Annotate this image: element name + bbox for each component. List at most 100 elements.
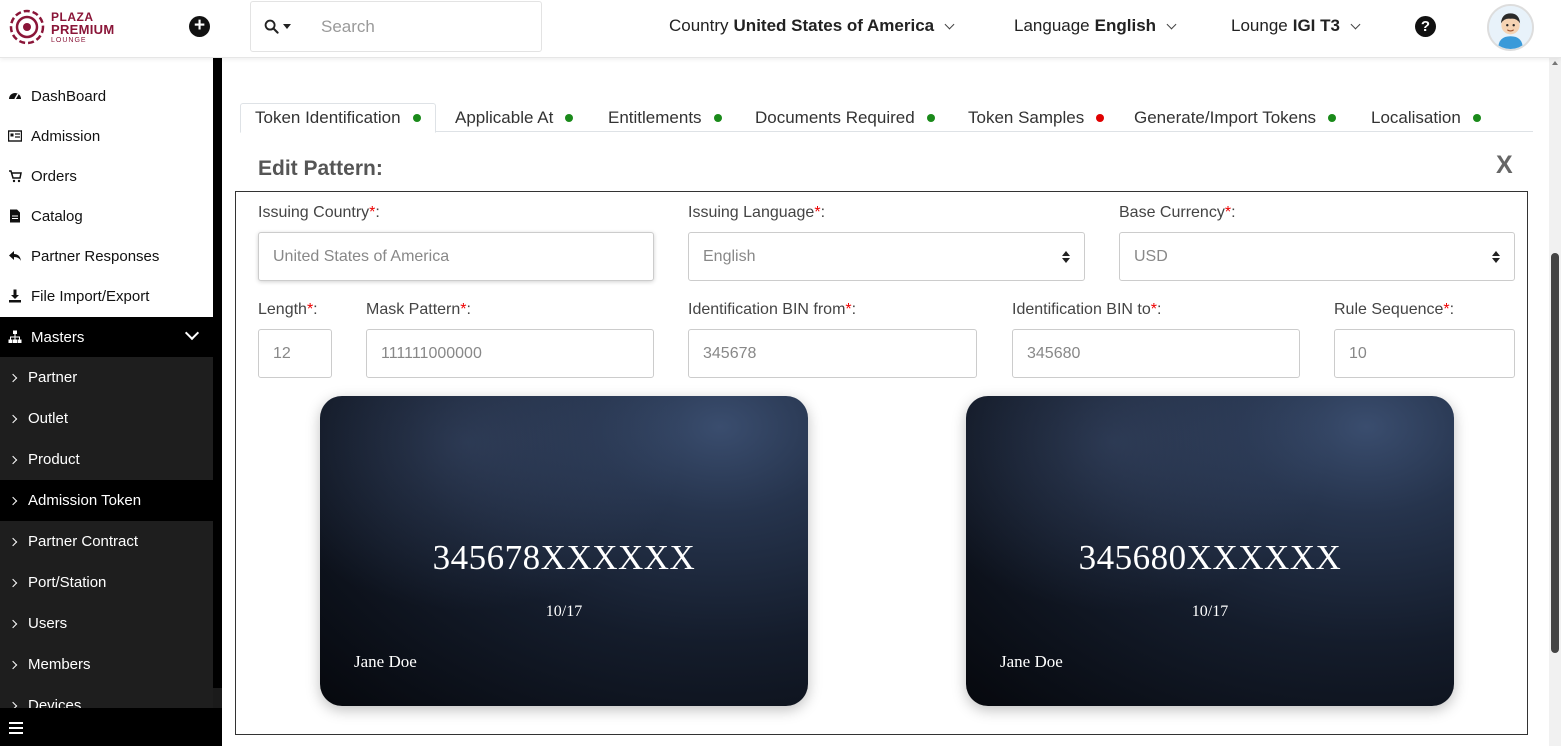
sidebar-subitem-partner[interactable]: Partner — [0, 357, 213, 398]
document-icon — [7, 208, 23, 224]
tab-label: Documents Required — [755, 107, 915, 127]
sidebar-subitem-port-station[interactable]: Port/Station — [0, 562, 213, 603]
tab-applicable-at[interactable]: Applicable At — [455, 103, 574, 132]
sidebar-subitem-admission-token[interactable]: Admission Token — [0, 480, 213, 521]
bin-from-field[interactable]: 345678 — [688, 329, 977, 378]
chevron-right-icon — [8, 496, 18, 505]
search-input[interactable] — [321, 16, 541, 37]
status-dot — [1096, 113, 1105, 122]
mask-pattern-field[interactable]: 111111000000 — [366, 329, 654, 378]
chevron-down-icon — [1166, 19, 1177, 29]
sidebar-footer — [0, 708, 222, 746]
top-bar: PLAZA PREMIUM LOUNGE + Country United St… — [0, 0, 1561, 58]
sidebar-item-partner-responses[interactable]: Partner Responses — [0, 236, 213, 276]
issuing-language-value: English — [703, 247, 756, 265]
token-card-preview-from: 345678XXXXXX 10/17 Jane Doe — [320, 396, 808, 706]
sidebar-item-label: File Import/Export — [31, 287, 150, 305]
bin-to-value: 345680 — [1027, 344, 1081, 362]
card-number: 345680XXXXXX — [1078, 538, 1342, 577]
sidebar-subitem-partner-contract[interactable]: Partner Contract — [0, 521, 213, 562]
tab-generate-import-tokens[interactable]: Generate/Import Tokens — [1134, 103, 1337, 132]
close-button[interactable]: X — [1496, 151, 1513, 180]
scroll-up-arrow-icon[interactable] — [1552, 61, 1558, 65]
add-circle-icon[interactable]: + — [189, 16, 210, 37]
sidebar-item-dashboard[interactable]: DashBoard — [0, 76, 213, 116]
page-scrollbar[interactable] — [1549, 58, 1561, 746]
sidebar-item-file-import-export[interactable]: File Import/Export — [0, 276, 213, 316]
tab-entitlements[interactable]: Entitlements — [608, 103, 722, 132]
user-avatar[interactable] — [1487, 4, 1534, 51]
sidebar: DashBoard Admission Orders Catalog Partn… — [0, 58, 222, 746]
tab-token-identification[interactable]: Token Identification — [240, 103, 436, 133]
sidebar-subitem-label: Users — [28, 615, 68, 632]
sidebar-item-label: DashBoard — [31, 87, 107, 105]
sidebar-subitem-outlet[interactable]: Outlet — [0, 398, 213, 439]
base-currency-select[interactable]: USD — [1119, 232, 1515, 281]
issuing-country-value: United States of America — [273, 247, 450, 265]
sidebar-subitem-label: Port/Station — [28, 574, 107, 591]
edit-pattern-form: Issuing Country*: Issuing Language*: Bas… — [235, 191, 1528, 735]
card-holder-name: Jane Doe — [354, 652, 417, 671]
dashboard-icon — [7, 88, 23, 104]
chevron-down-icon — [1350, 19, 1361, 29]
tab-label: Token Samples — [968, 107, 1085, 127]
tab-token-samples[interactable]: Token Samples — [968, 103, 1105, 132]
sort-updown-icon — [1062, 251, 1070, 263]
hamburger-menu-icon[interactable] — [9, 722, 23, 737]
chevron-right-icon — [8, 414, 18, 423]
status-dot — [1472, 113, 1481, 122]
sidebar-subitem-label: Partner Contract — [28, 533, 139, 550]
brand-logo[interactable]: PLAZA PREMIUM LOUNGE — [9, 9, 129, 45]
search-scope-dropdown[interactable] — [251, 19, 303, 34]
language-selector[interactable]: Language English — [1014, 16, 1177, 36]
reply-icon — [7, 248, 23, 264]
sidebar-item-admission[interactable]: Admission — [0, 116, 213, 156]
mask-pattern-value: 111111000000 — [381, 344, 482, 362]
chevron-right-icon — [8, 537, 18, 546]
sidebar-item-masters[interactable]: Masters — [0, 317, 213, 357]
tab-localisation[interactable]: Localisation — [1371, 103, 1481, 132]
base-currency-label: Base Currency*: — [1119, 204, 1236, 221]
sidebar-subitem-label: Outlet — [28, 410, 69, 427]
sidebar-subitem-label: Members — [28, 656, 91, 673]
tab-documents-required[interactable]: Documents Required — [755, 103, 935, 132]
country-value: United States of America — [733, 16, 935, 35]
sidebar-item-label: Masters — [31, 328, 85, 346]
brand-wordmark: PLAZA PREMIUM LOUNGE — [51, 11, 115, 44]
lounge-value: IGI T3 — [1292, 16, 1340, 35]
brand-line-2: PREMIUM — [51, 21, 115, 37]
rule-sequence-field[interactable]: 10 — [1334, 329, 1515, 378]
length-field[interactable]: 12 — [258, 329, 332, 378]
bin-to-field[interactable]: 345680 — [1012, 329, 1300, 378]
sidebar-scrollbar[interactable] — [213, 58, 222, 688]
lounge-selector[interactable]: Lounge IGI T3 — [1231, 16, 1361, 36]
card-holder-name: Jane Doe — [1000, 652, 1063, 671]
rule-sequence-value: 10 — [1349, 344, 1367, 362]
sidebar-subitem-label: Partner — [28, 369, 78, 386]
sidebar-item-catalog[interactable]: Catalog — [0, 196, 213, 236]
edit-pattern-title: Edit Pattern: — [258, 157, 383, 180]
sidebar-subitem-product[interactable]: Product — [0, 439, 213, 480]
status-dot — [713, 113, 722, 122]
language-label: Language — [1014, 16, 1090, 35]
scrollbar-thumb[interactable] — [1551, 253, 1559, 653]
help-icon[interactable]: ? — [1415, 16, 1436, 37]
lounge-label: Lounge — [1231, 16, 1288, 35]
country-label: Country — [669, 16, 729, 35]
sidebar-item-orders[interactable]: Orders — [0, 156, 213, 196]
sidebar-subitem-members[interactable]: Members — [0, 644, 213, 685]
base-currency-value: USD — [1134, 247, 1168, 265]
tab-label: Token Identification — [255, 108, 401, 127]
country-selector[interactable]: Country United States of America — [669, 16, 955, 36]
chevron-down-icon — [184, 325, 200, 341]
issuing-country-field[interactable]: United States of America — [258, 232, 654, 281]
sidebar-subitem-users[interactable]: Users — [0, 603, 213, 644]
issuing-language-label: Issuing Language*: — [688, 204, 826, 221]
brand-line-3: LOUNGE — [51, 36, 87, 44]
language-value: English — [1094, 16, 1157, 35]
sidebar-item-label: Catalog — [31, 207, 83, 225]
id-card-icon — [7, 128, 23, 144]
cart-icon — [7, 168, 23, 184]
issuing-language-select[interactable]: English — [688, 232, 1085, 281]
chevron-down-icon — [944, 19, 955, 29]
